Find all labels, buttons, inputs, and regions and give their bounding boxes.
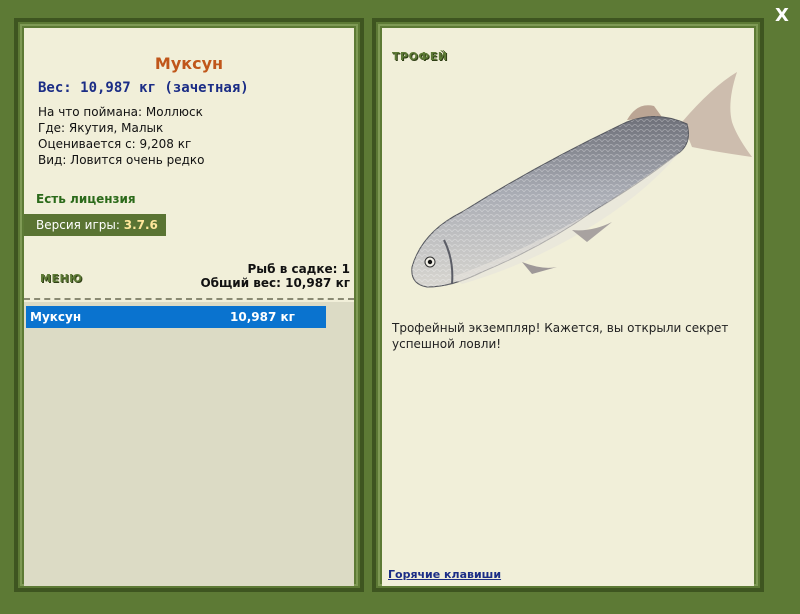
hotkeys-link[interactable]: Горячие клавиши xyxy=(388,568,501,581)
fish-min-weight: Оценивается с: 9,208 кг xyxy=(38,137,192,151)
cage-stats: Рыб в садке: 1 Общий вес: 10,987 кг xyxy=(200,262,350,290)
fish-name: Муксун xyxy=(154,54,224,73)
cage-list: Муксун 10,987 кг xyxy=(24,302,354,586)
fish-whitefish-image xyxy=(411,72,752,288)
close-button[interactable]: X xyxy=(770,4,794,28)
trophy-panel-body: ТРОФЕЙ Трофейный экземпляр! Кажется, вы … xyxy=(382,28,754,586)
cage-item-name: Муксун xyxy=(30,310,82,324)
license-status: Есть лицензия xyxy=(36,192,136,206)
fish-rarity: Вид: Ловится очень редко xyxy=(38,153,205,167)
menu-button[interactable]: МЕНЮ xyxy=(40,272,83,285)
fish-bait: На что поймана: Моллюск xyxy=(38,105,203,119)
trophy-message: Трофейный экземпляр! Кажется, вы открыли… xyxy=(392,321,729,351)
fish-weight: Вес: 10,987 кг (зачетная) xyxy=(38,80,249,96)
game-version: Версия игры: 3.7.6 xyxy=(24,214,166,236)
fish-info-panel-body: Муксун Вес: 10,987 кг (зачетная) На что … xyxy=(24,28,354,586)
divider xyxy=(24,298,354,300)
cage-count: Рыб в садке: 1 xyxy=(247,262,351,276)
trophy-panel: ТРОФЕЙ Трофейный экземпляр! Кажется, вы … xyxy=(372,18,764,592)
fish-location: Где: Якутия, Малык xyxy=(38,121,164,135)
fish-info-panel: Муксун Вес: 10,987 кг (зачетная) На что … xyxy=(14,18,364,592)
cage-item-weight: 10,987 кг xyxy=(230,310,295,324)
cage-total-weight: Общий вес: 10,987 кг xyxy=(200,276,350,290)
game-version-label: Версия игры: xyxy=(36,218,120,232)
cage-list-item[interactable]: Муксун 10,987 кг xyxy=(26,306,326,328)
fish-details: На что поймана: Моллюск Где: Якутия, Мал… xyxy=(38,104,204,168)
game-version-number: 3.7.6 xyxy=(123,218,158,232)
